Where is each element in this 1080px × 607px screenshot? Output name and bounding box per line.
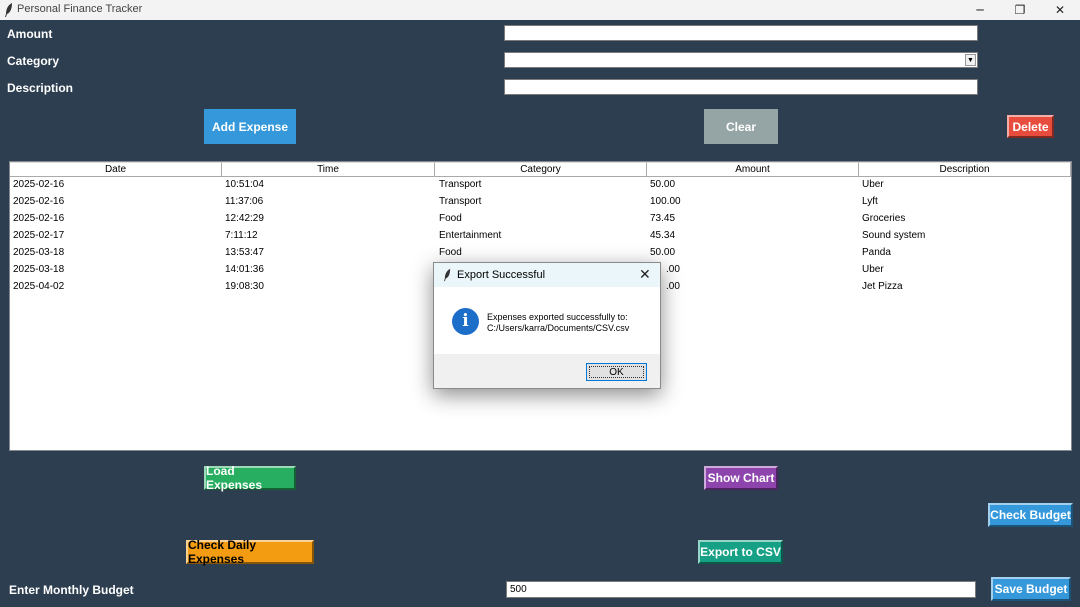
export-csv-button[interactable]: Export to CSV: [698, 540, 783, 564]
feather-icon: [5, 3, 12, 17]
table-row[interactable]: 2025-02-17 7:11:12 Entertainment 45.34 S…: [10, 228, 1071, 245]
monthly-budget-input[interactable]: 500: [506, 581, 976, 598]
close-window-button[interactable]: ✕: [1040, 0, 1080, 20]
dropdown-arrow-icon[interactable]: ▼: [965, 54, 976, 66]
feather-icon: [444, 268, 451, 282]
cell-description: Panda: [862, 247, 891, 258]
cell-description: Jet Pizza: [862, 281, 903, 292]
cell-category: Food: [439, 247, 462, 258]
column-header-time[interactable]: Time: [222, 162, 435, 177]
cell-time: 12:42:29: [225, 213, 264, 224]
cell-category: Food: [439, 213, 462, 224]
cell-time: 13:53:47: [225, 247, 264, 258]
info-icon: i: [452, 308, 479, 335]
window-titlebar: Personal Finance Tracker ─ ❐ ✕: [0, 0, 1080, 20]
column-header-description[interactable]: Description: [859, 162, 1071, 177]
cell-description: Uber: [862, 264, 884, 275]
description-label: Description: [7, 81, 74, 95]
cell-date: 2025-02-17: [13, 230, 65, 241]
dialog-titlebar: Export Successful ✕: [434, 263, 660, 287]
cell-date: 2025-02-16: [13, 213, 65, 224]
cell-amount: 50.00: [650, 179, 676, 190]
cell-time: 11:37:06: [225, 196, 264, 207]
dialog-message-line2: C:/Users/karra/Documents/CSV.csv: [487, 323, 630, 333]
column-header-amount[interactable]: Amount: [647, 162, 859, 177]
export-success-dialog: Export Successful ✕ i Expenses exported …: [433, 262, 661, 389]
dialog-message-line1: Expenses exported successfully to:: [487, 312, 628, 322]
column-header-category[interactable]: Category: [435, 162, 647, 177]
table-header: Date Time Category Amount Description: [10, 162, 1071, 177]
check-daily-expenses-button[interactable]: Check Daily Expenses: [186, 538, 314, 566]
dialog-title: Export Successful: [457, 269, 546, 281]
column-header-date[interactable]: Date: [10, 162, 222, 177]
cell-amount: 50.00: [650, 247, 676, 258]
dialog-message: Expenses exported successfully to: C:/Us…: [487, 312, 629, 334]
monthly-budget-label: Enter Monthly Budget: [9, 583, 134, 597]
category-combobox[interactable]: ▼: [504, 52, 978, 68]
save-budget-button[interactable]: Save Budget: [991, 577, 1071, 601]
show-chart-button[interactable]: Show Chart: [704, 466, 778, 490]
cell-amount: 45.34: [650, 230, 676, 241]
cell-amount: .00: [666, 264, 680, 275]
ok-button[interactable]: OK: [586, 363, 647, 381]
dialog-close-button[interactable]: ✕: [639, 266, 651, 283]
maximize-button[interactable]: ❐: [1000, 0, 1040, 20]
cell-description: Groceries: [862, 213, 906, 224]
cell-category: Transport: [439, 179, 482, 190]
cell-time: 10:51:04: [225, 179, 264, 190]
cell-amount: 100.00: [650, 196, 681, 207]
amount-input[interactable]: [504, 25, 978, 41]
minimize-button[interactable]: ─: [960, 0, 1000, 20]
description-input[interactable]: [504, 79, 978, 95]
cell-category: Transport: [439, 196, 482, 207]
cell-date: 2025-04-02: [13, 281, 65, 292]
amount-label: Amount: [7, 27, 53, 41]
category-label: Category: [7, 54, 60, 68]
table-row[interactable]: 2025-02-16 11:37:06 Transport 100.00 Lyf…: [10, 194, 1071, 211]
window-title: Personal Finance Tracker: [17, 3, 143, 15]
table-row[interactable]: 2025-02-16 12:42:29 Food 73.45 Groceries: [10, 211, 1071, 228]
delete-button[interactable]: Delete: [1007, 115, 1054, 138]
cell-date: 2025-03-18: [13, 247, 65, 258]
load-expenses-button[interactable]: Load Expenses: [204, 464, 296, 492]
clear-button[interactable]: Clear: [704, 109, 778, 144]
cell-category: Entertainment: [439, 230, 502, 241]
cell-time: 14:01:36: [225, 264, 264, 275]
cell-date: 2025-02-16: [13, 179, 65, 190]
cell-amount: 73.45: [650, 213, 676, 224]
cell-amount: .00: [666, 281, 680, 292]
add-expense-button[interactable]: Add Expense: [204, 109, 296, 144]
table-row[interactable]: 2025-03-18 13:53:47 Food 50.00 Panda: [10, 245, 1071, 262]
cell-time: 19:08:30: [225, 281, 264, 292]
check-budget-button[interactable]: Check Budget: [988, 503, 1073, 527]
table-row[interactable]: 2025-02-16 10:51:04 Transport 50.00 Uber: [10, 177, 1071, 194]
cell-date: 2025-03-18: [13, 264, 65, 275]
cell-description: Lyft: [862, 196, 878, 207]
ok-button-label: OK: [609, 366, 624, 378]
cell-time: 7:11:12: [225, 230, 258, 241]
cell-description: Sound system: [862, 230, 926, 241]
cell-date: 2025-02-16: [13, 196, 65, 207]
cell-description: Uber: [862, 179, 884, 190]
